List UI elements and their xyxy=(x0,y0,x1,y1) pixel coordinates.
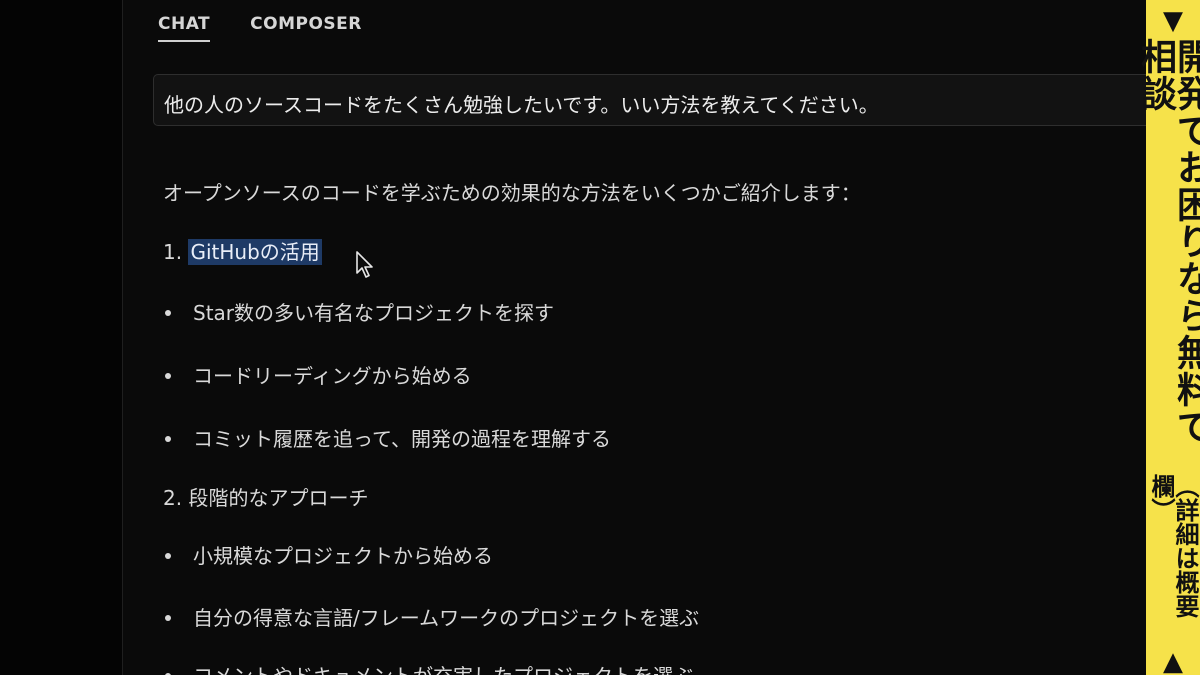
list-item: コミット履歴を追って、開発の過程を理解する xyxy=(163,423,611,452)
banner-main-text: 開発でお困りなら無料で相談 xyxy=(1135,38,1200,445)
list-item-text: コメントやドキュメントが充実したプロジェクトを選ぶ xyxy=(193,664,693,675)
tab-chat[interactable]: CHAT xyxy=(158,14,211,42)
promo-banner: ▼ 開発でお困りなら無料で相談 （詳細は概要欄） ▲ xyxy=(1135,0,1200,675)
list-item: 自分の得意な言語/フレームワークのプロジェクトを選ぶ xyxy=(163,602,699,631)
user-message: 他の人のソースコードをたくさん勉強したいです。いい方法を教えてください。 xyxy=(153,74,1153,126)
list-item: コードリーディングから始める xyxy=(163,360,472,389)
bullet-icon xyxy=(165,372,171,379)
triangle-up-icon: ▲ xyxy=(1163,647,1183,675)
list-item-text: 自分の得意な言語/フレームワークのプロジェクトを選ぶ xyxy=(193,606,700,630)
section-heading-1: 1. GitHubの活用 xyxy=(163,236,322,265)
triangle-down-icon: ▼ xyxy=(1163,6,1183,36)
tab-bar: CHAT COMPOSER xyxy=(158,14,362,42)
section-heading-2: 2. 段階的なアプローチ xyxy=(163,482,368,511)
mouse-pointer-icon xyxy=(356,251,373,278)
list-item-text: コミット履歴を追って、開発の過程を理解する xyxy=(193,427,611,451)
list-item: 小規模なプロジェクトから始める xyxy=(163,540,493,569)
list-item: コメントやドキュメントが充実したプロジェクトを選ぶ xyxy=(163,660,693,675)
app-window: CHAT COMPOSER 他の人のソースコードをたくさん勉強したいです。いい方… xyxy=(0,0,1200,675)
list-item-text: 小規模なプロジェクトから始める xyxy=(193,544,493,568)
left-sidebar-gutter xyxy=(0,0,122,675)
section-number: 2. xyxy=(163,486,183,510)
bullet-icon xyxy=(165,435,171,442)
section-number: 1. xyxy=(163,240,183,264)
tab-composer[interactable]: COMPOSER xyxy=(250,14,362,42)
user-message-text: 他の人のソースコードをたくさん勉強したいです。いい方法を教えてください。 xyxy=(164,93,879,117)
list-item-text: コードリーディングから始める xyxy=(193,364,472,388)
bullet-icon xyxy=(165,552,171,559)
list-item-text: Star数の多い有名なプロジェクトを探す xyxy=(193,301,555,325)
bullet-icon xyxy=(165,614,171,621)
banner-sub-text: （詳細は概要欄） xyxy=(1147,473,1199,618)
bullet-icon xyxy=(165,309,171,316)
selected-text[interactable]: GitHubの活用 xyxy=(188,239,322,265)
section-title: 段階的なアプローチ xyxy=(188,486,369,510)
list-item: Star数の多い有名なプロジェクトを探す xyxy=(163,297,554,326)
response-intro: オープンソースのコードを学ぶための効果的な方法をいくつかご紹介します： xyxy=(163,181,861,205)
